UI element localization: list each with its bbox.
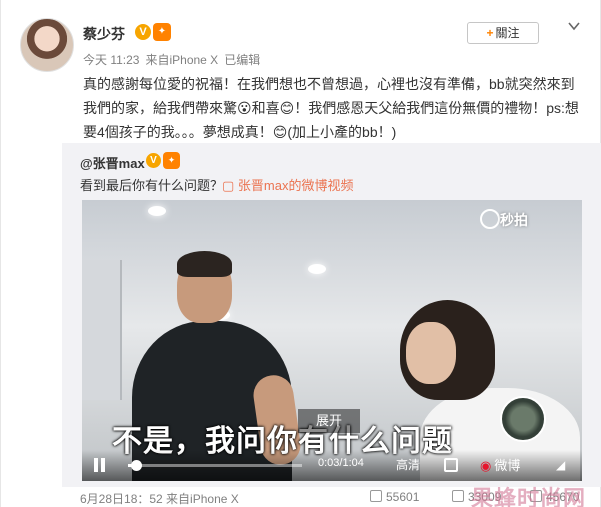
repost-count-value: 55601 (386, 490, 420, 504)
site-watermark: 果蜂时尚网 (471, 486, 587, 507)
progress-knob[interactable] (131, 460, 143, 471)
fan-badge-icon: ✦ (163, 152, 180, 169)
weibo-label: 微博 (494, 458, 521, 473)
follow-button[interactable]: + 關注 (467, 22, 539, 44)
video-scene-wall (82, 260, 122, 400)
progress-bar[interactable] (128, 460, 302, 471)
verified-icon: V (135, 24, 151, 40)
share-icon (370, 490, 382, 502)
video-link-icon: ▢ (222, 178, 238, 193)
comment-icon (452, 490, 464, 502)
author-name[interactable]: 蔡少芬 (83, 24, 125, 44)
ceiling-light (148, 206, 166, 216)
weibo-logo[interactable]: ◉ 微博 (480, 455, 520, 474)
repost-footer-time[interactable]: 6月28日18：52 来自iPhone X (80, 490, 239, 507)
video-link[interactable]: ▢ 张晋max的微博视频 (222, 175, 353, 194)
quality-button[interactable]: 高清 (396, 456, 420, 473)
miaopai-brand: 秒拍 (500, 212, 528, 228)
fullscreen-icon[interactable] (444, 458, 458, 472)
video-time: 0:03/1:04 (318, 457, 364, 469)
follow-label: 關注 (495, 26, 520, 40)
pause-icon[interactable] (94, 458, 106, 472)
post-text: 真的感謝每位愛的祝福！在我們想也不曾想過，心裡也沒有準備，bb就突然來到我們的家… (83, 76, 579, 140)
verified-icon: V (146, 153, 161, 168)
repost-text: 看到最后你有什么问题？ (80, 178, 224, 193)
video-player[interactable]: 秒拍 不是，我问你有什么问题 展开 0:03/1:04 高清 ◉ 微博 ◢ (82, 200, 582, 481)
author-avatar[interactable] (20, 18, 74, 72)
post-time[interactable]: 今天 11:23 (83, 53, 139, 67)
post-source: 来自iPhone X (145, 53, 219, 67)
fan-badge-icon[interactable]: ✦ (153, 23, 171, 41)
ceiling-light (308, 264, 326, 274)
weibo-post: 蔡少芬 V ✦ 今天 11:23 来自iPhone X 已编辑 + 關注 真的感謝每位… (0, 0, 601, 507)
video-controls: 0:03/1:04 高清 ◉ 微博 ◢ (82, 450, 582, 481)
edited-label[interactable]: 已编辑 (224, 53, 260, 67)
plus-icon: + (486, 26, 494, 40)
post-meta: 今天 11:23 来自iPhone X 已编辑 (83, 51, 266, 68)
corner-avatar (500, 396, 546, 442)
expand-button[interactable]: 展开 (298, 409, 360, 433)
reposted-card: @张晋max V ✦ 看到最后你有什么问题？ ▢ 张晋max的微博视频 秒拍 不… (62, 143, 601, 506)
weibo-eye-icon: ◉ (480, 458, 492, 473)
volume-icon[interactable]: ◢ (556, 458, 570, 472)
repost-count[interactable]: 55601 (370, 490, 419, 504)
miaopai-logo-icon (480, 209, 500, 229)
repost-author[interactable]: @张晋max (80, 153, 145, 172)
video-link-label: 张晋max的微博视频 (237, 178, 354, 193)
chevron-down-icon[interactable] (566, 18, 582, 34)
